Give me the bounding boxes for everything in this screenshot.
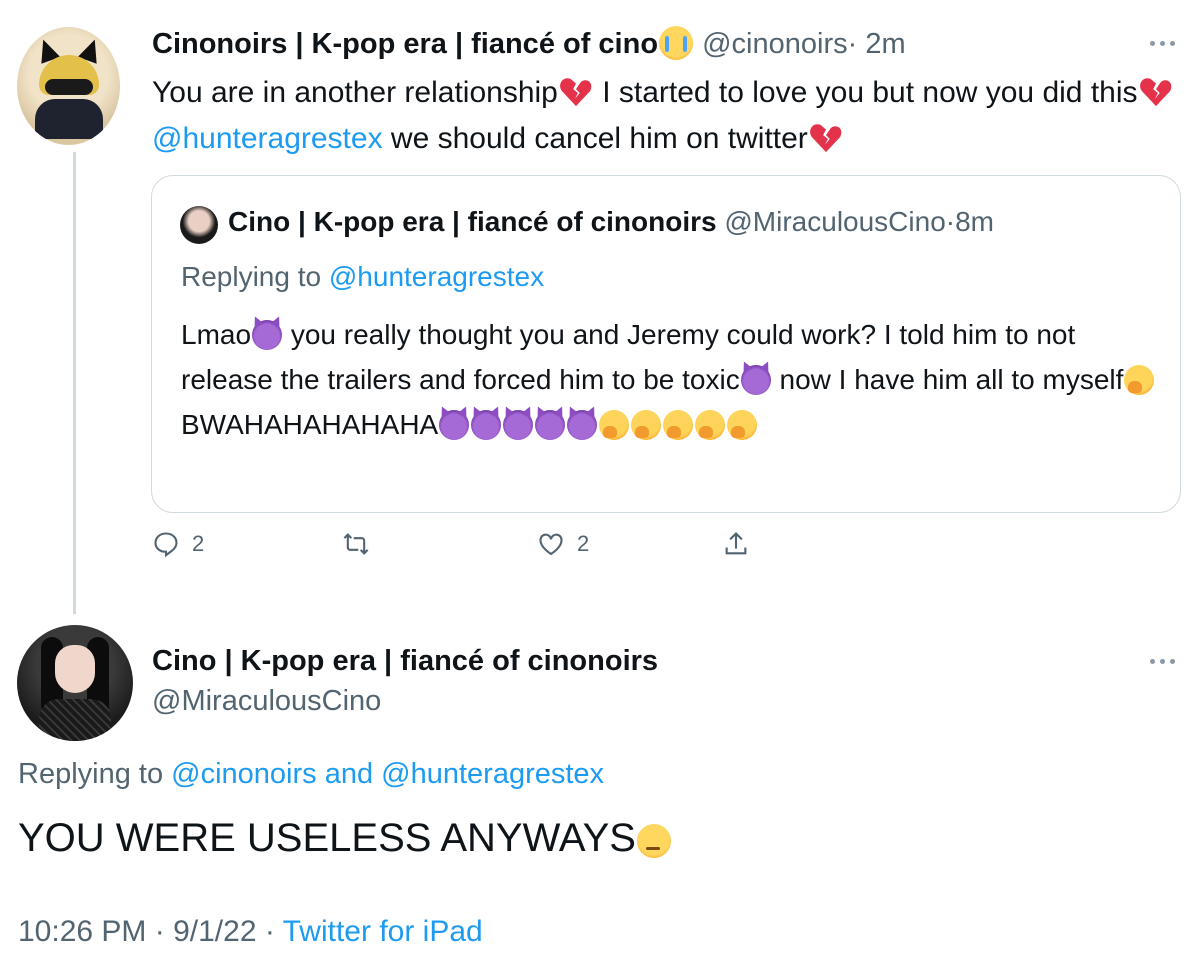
tweet2-replying-to: Replying to @cinonoirs and @hunteragrest… [18, 758, 605, 790]
devil-emoji-icon [567, 410, 598, 440]
reply-button[interactable]: 2 [152, 530, 204, 558]
mention-link[interactable]: @hunteragrestex [152, 122, 383, 155]
tweet-time[interactable]: 10:26 PM [18, 915, 146, 948]
reply-count: 2 [192, 531, 205, 556]
thread-connector [73, 152, 76, 614]
quoted-display-name: Cino | K-pop era | fiancé of cinonoirs [228, 206, 717, 237]
hand-over-mouth-emoji-icon [727, 410, 758, 440]
devil-emoji-icon [503, 410, 534, 440]
avatar-cinonoirs[interactable] [17, 27, 120, 145]
quoted-text: Lmao you really thought you and Jeremy c… [181, 312, 1161, 447]
hand-over-mouth-emoji-icon [663, 410, 694, 440]
quoted-replying-to: Replying to @hunteragrestex [181, 261, 545, 292]
broken-heart-emoji-icon [1139, 78, 1171, 107]
hand-over-mouth-emoji-icon [1124, 365, 1155, 395]
quoted-handle: @MiraculousCino [724, 206, 946, 237]
retweet-icon [343, 533, 369, 555]
mention-link[interactable]: @hunteragrestex [381, 758, 604, 790]
header-separator: · [847, 28, 858, 60]
like-button[interactable]: 2 [537, 530, 589, 558]
unamused-face-emoji-icon [636, 824, 671, 858]
quoted-tweet-card[interactable]: Cino | K-pop era | fiancé of cinonoirs @… [151, 175, 1181, 513]
crying-face-emoji-icon [659, 26, 694, 60]
tweet-source-link[interactable]: Twitter for iPad [283, 915, 483, 948]
devil-emoji-icon [740, 365, 771, 395]
devil-emoji-icon [252, 320, 283, 350]
devil-emoji-icon [471, 410, 502, 440]
tweet2-handle[interactable]: @MiraculousCino [152, 685, 381, 718]
broken-heart-emoji-icon [559, 78, 592, 107]
quoted-avatar [180, 206, 218, 244]
tweet1-time[interactable]: 2m [865, 28, 905, 60]
more-options-icon[interactable] [1150, 656, 1184, 666]
devil-emoji-icon [439, 410, 470, 440]
like-count: 2 [577, 531, 590, 556]
tweet1-action-bar: 2 2 [152, 530, 772, 570]
tweet1-header: Cinonoirs | K-pop era | fiancé of cino @… [152, 26, 906, 61]
heart-icon [539, 533, 563, 556]
tweet2-text: YOU WERE USELESS ANYWAYS [18, 812, 672, 864]
retweet-button[interactable] [342, 530, 370, 558]
tweet2-display-name[interactable]: Cino | K-pop era | fiancé of cinonoirs [152, 645, 658, 678]
hand-over-mouth-emoji-icon [599, 410, 630, 440]
hand-over-mouth-emoji-icon [631, 410, 662, 440]
avatar-miraculouscino[interactable] [17, 625, 133, 741]
share-button[interactable] [722, 530, 750, 558]
more-options-icon[interactable] [1150, 38, 1184, 48]
header-separator: · [945, 206, 956, 237]
hand-over-mouth-emoji-icon [695, 410, 726, 440]
tweet2-metadata: 10:26 PM · 9/1/22 · Twitter for iPad [18, 915, 483, 948]
tweet1-text: You are in another relationship I starte… [152, 70, 1182, 162]
broken-heart-emoji-icon [809, 124, 842, 153]
quoted-time: 8m [955, 206, 994, 237]
tweet-date[interactable]: 9/1/22 [173, 915, 256, 948]
mention-link[interactable]: @hunteragrestex [329, 261, 544, 292]
mention-link[interactable]: @cinonoirs [171, 758, 317, 790]
quoted-header: Cino | K-pop era | fiancé of cinonoirs @… [228, 206, 994, 238]
share-icon [725, 532, 747, 555]
reply-icon [154, 532, 178, 558]
tweet1-handle[interactable]: @cinonoirs [702, 28, 848, 60]
tweet1-display-name[interactable]: Cinonoirs | K-pop era | fiancé of cino [152, 28, 658, 60]
devil-emoji-icon [535, 410, 566, 440]
